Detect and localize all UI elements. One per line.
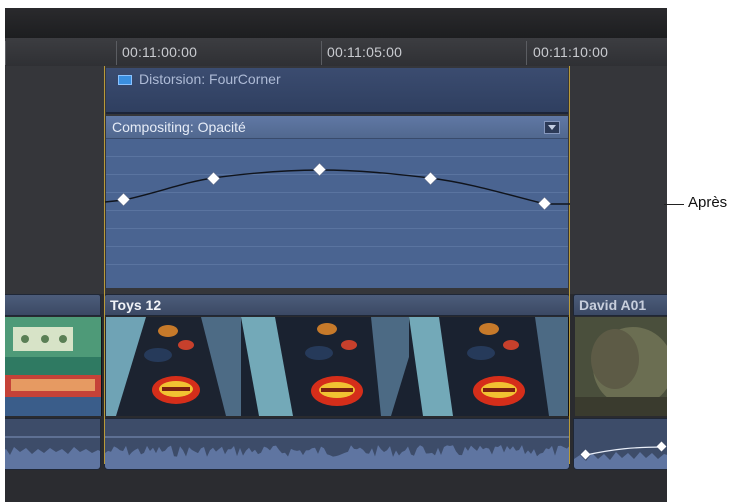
value-gridline (106, 156, 568, 157)
figure-stage: 00:11:00:00 00:11:05:00 00:11:10:00 Dist… (0, 0, 740, 502)
disclosure-menu-icon[interactable] (544, 121, 560, 134)
clip-header-david[interactable]: David A01 (573, 294, 667, 316)
value-gridline (106, 246, 568, 247)
clip-thumbnail (575, 317, 667, 416)
timecode-label: 00:11:05:00 (327, 44, 403, 60)
value-gridline (106, 174, 568, 175)
clip-thumbnail (241, 317, 410, 416)
value-gridline (106, 228, 568, 229)
toy-thumbnail (106, 317, 241, 416)
waveform (105, 436, 569, 469)
effect-label: Distorsion: FourCorner (139, 71, 281, 87)
audio-waveform[interactable] (104, 418, 570, 470)
clip-thumbnail (106, 317, 242, 416)
toy-thumbnail (241, 317, 409, 416)
timeline-panel[interactable]: 00:11:00:00 00:11:05:00 00:11:10:00 Dist… (5, 8, 667, 502)
compositing-animation-editor[interactable]: Compositing: Opacité (106, 116, 568, 288)
keyframe-diamond (656, 441, 667, 452)
timecode-ruler[interactable]: 00:11:00:00 00:11:05:00 00:11:10:00 (5, 38, 667, 67)
audio-waveform[interactable] (573, 418, 667, 470)
game-board-thumbnail (5, 317, 101, 416)
value-gridline (106, 192, 568, 193)
ruler-major-tick (321, 41, 322, 65)
ruler-major-tick (116, 41, 117, 65)
timeline-toolbar (5, 8, 667, 39)
person-thumbnail (575, 317, 667, 416)
timecode-label: 00:11:00:00 (122, 44, 198, 60)
clip-title: David A01 (579, 297, 647, 313)
callout-line (664, 204, 684, 205)
waveform (5, 436, 100, 469)
timeline-bottom-area (5, 470, 667, 502)
effect-icon (118, 75, 132, 85)
audio-waveform[interactable] (5, 418, 101, 470)
compositing-label: Compositing: Opacité (112, 119, 246, 135)
ruler-major-tick (5, 41, 6, 65)
value-gridline (106, 264, 568, 265)
effect-lane[interactable]: Distorsion: FourCorner (106, 68, 568, 114)
callout-label: Après (688, 194, 728, 211)
waveform (574, 441, 667, 469)
toy-thumbnail (409, 317, 568, 416)
value-gridline (106, 210, 568, 211)
compositing-header: Compositing: Opacité (106, 116, 568, 139)
timecode-label: 00:11:10:00 (533, 44, 609, 60)
clip-thumbnail (409, 317, 569, 416)
ruler-major-tick (526, 41, 527, 65)
clip-title: Toys 12 (110, 297, 162, 313)
clip-header-toys[interactable]: Toys 12 (104, 294, 570, 316)
clip-thumbnail (5, 317, 102, 416)
clip-header-left[interactable] (5, 294, 101, 316)
